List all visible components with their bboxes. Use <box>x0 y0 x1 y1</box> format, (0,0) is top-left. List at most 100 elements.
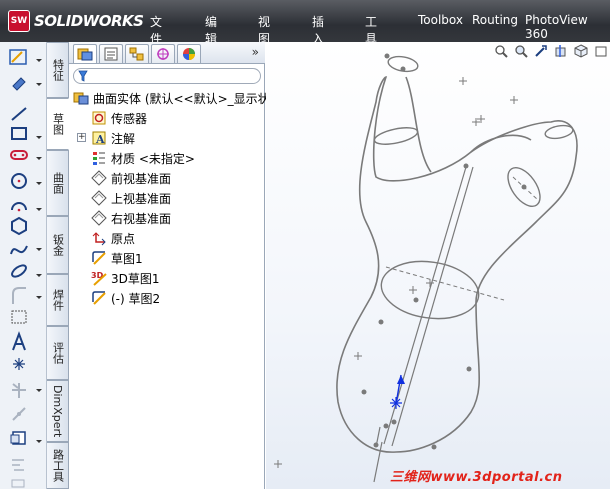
construction-points[interactable] <box>274 77 518 468</box>
menu-item[interactable]: PhotoView 360 <box>525 13 588 41</box>
vertical-tab[interactable]: 路工具 <box>47 442 69 489</box>
filter-input[interactable] <box>90 70 258 82</box>
vertical-tab[interactable]: 曲面 <box>47 150 69 216</box>
tree-item[interactable]: 3D 3D草图1 <box>69 268 265 288</box>
tree-item-label: 前视基准面 <box>111 171 172 186</box>
display-manager-tab[interactable] <box>177 44 201 63</box>
expand-toggle[interactable]: + <box>77 133 86 142</box>
vertical-tab[interactable]: 特征 <box>47 42 69 98</box>
tree-item[interactable]: 右视基准面 <box>69 208 265 228</box>
tree-item[interactable]: 材质 <未指定> <box>69 148 265 168</box>
panel-tabs: » <box>69 42 265 64</box>
sketch-command-toolbar <box>0 42 47 489</box>
offset-entities-icon[interactable] <box>10 431 26 445</box>
tree-item-label: 材质 <未指定> <box>111 151 195 166</box>
vertical-tab[interactable]: 草图 <box>47 98 69 150</box>
vertical-tab-label: 评估 <box>51 342 65 364</box>
ellipse-icon[interactable] <box>10 263 28 279</box>
trim-entities-icon[interactable] <box>12 383 26 398</box>
property-manager-icon <box>104 47 118 61</box>
sketch-guide-lines[interactable] <box>373 166 474 483</box>
slot-icon[interactable] <box>10 150 28 160</box>
vertical-tab[interactable]: DimXpert <box>47 380 69 442</box>
tree-item[interactable]: 上视基准面 <box>69 188 265 208</box>
vertical-tab-label: 特征 <box>51 59 65 81</box>
dimxpert-manager-tab[interactable] <box>151 44 175 63</box>
graphics-area[interactable] <box>266 42 610 489</box>
vertical-tab-label: 焊件 <box>51 289 65 311</box>
vertical-tab-label: 曲面 <box>51 172 65 194</box>
vertical-tab-label: DimXpert <box>51 384 64 438</box>
fillet-icon[interactable] <box>12 287 26 304</box>
section-ellipses[interactable] <box>373 55 574 325</box>
circle-icon[interactable] <box>11 173 27 189</box>
plane-icon <box>91 210 107 226</box>
tree-item-label: 传感器 <box>111 111 148 126</box>
line-icon[interactable] <box>11 107 27 121</box>
part-icon <box>73 90 89 106</box>
feature-tree-filter[interactable] <box>73 68 261 84</box>
sketch-icon <box>91 250 107 266</box>
surface-body-outline[interactable] <box>336 76 578 453</box>
linear-pattern-icon[interactable] <box>11 479 25 488</box>
sketch-plane-icon[interactable] <box>11 310 27 324</box>
tree-item-label: (-) 草图2 <box>111 291 161 306</box>
convert-entities-icon[interactable] <box>12 407 26 421</box>
more-tabs-button[interactable]: » <box>252 45 259 59</box>
feature-tree-tab[interactable] <box>73 44 97 63</box>
tree-item[interactable]: 草图1 <box>69 248 265 268</box>
feature-manager-panel: » 曲面实体 (默认<<默认>_显示状传感器 A 注解 + 材质 <未指定> 前视基准面上… <box>69 42 270 489</box>
tree-item[interactable]: 原点 <box>69 228 265 248</box>
rectangle-icon[interactable] <box>11 127 27 140</box>
menu-item[interactable]: Toolbox <box>418 13 463 27</box>
logo-text: SOLIDWORKS <box>34 12 144 30</box>
arc-icon[interactable] <box>11 202 27 212</box>
material-icon <box>91 150 107 166</box>
polygon-icon[interactable] <box>11 216 27 236</box>
vertical-tab[interactable]: 焊件 <box>47 274 69 326</box>
solidworks-logo[interactable]: SW SOLIDWORKS <box>8 10 144 32</box>
tree-item-label: 3D草图1 <box>111 271 160 286</box>
sketch-points[interactable] <box>361 53 527 450</box>
sketch-text-icon[interactable] <box>12 331 26 351</box>
tree-item-label: 右视基准面 <box>111 211 172 226</box>
vertical-tab-label: 钣金 <box>51 234 65 256</box>
spline-icon[interactable] <box>10 245 28 255</box>
toolbar-dropdown-arrows[interactable] <box>36 59 42 443</box>
vertical-tab[interactable]: 评估 <box>47 326 69 380</box>
sketch-icon <box>91 290 107 306</box>
3d-sketch-icon: 3D <box>91 270 107 286</box>
vertical-tab-label: 路工具 <box>51 449 65 482</box>
vertical-tab[interactable]: 钣金 <box>47 216 69 274</box>
coordinate-triad[interactable] <box>390 374 405 409</box>
menu-item[interactable]: Routing <box>472 13 518 27</box>
point-icon[interactable] <box>13 358 25 370</box>
tree-item-label: 草图1 <box>111 251 143 266</box>
filter-icon <box>78 70 88 82</box>
tree-item[interactable]: (-) 草图2 <box>69 288 265 308</box>
logo-badge: SW <box>8 10 30 32</box>
command-manager-tabs: 特征草图曲面钣金焊件评估 DimXpert 路工具 <box>47 42 69 489</box>
tree-item[interactable]: 前视基准面 <box>69 168 265 188</box>
display-manager-icon <box>183 48 195 60</box>
plane-icon <box>91 190 107 206</box>
configuration-manager-tab[interactable] <box>125 44 149 63</box>
tree-item[interactable]: A 注解 + <box>69 128 265 148</box>
property-manager-tab[interactable] <box>99 44 123 63</box>
plane-icon <box>91 170 107 186</box>
svg-text:A: A <box>95 133 105 146</box>
tree-item-label: 原点 <box>111 231 136 246</box>
tree-item-label: 注解 <box>111 131 136 146</box>
toolbar-icons <box>9 49 42 488</box>
annotation-icon: A <box>91 130 107 146</box>
sketch-icon[interactable] <box>9 49 27 65</box>
configuration-manager-icon <box>129 47 144 61</box>
watermark: 三维网www.3dportal.cn <box>390 470 563 485</box>
tree-item[interactable]: 曲面实体 (默认<<默认>_显示状 <box>69 88 270 108</box>
sensor-icon <box>91 110 107 126</box>
mirror-entities-icon[interactable] <box>12 459 24 471</box>
tree-item[interactable]: 传感器 <box>69 108 265 128</box>
vertical-tab-label: 草图 <box>51 113 65 135</box>
smart-dimension-icon[interactable] <box>12 77 26 91</box>
dimxpert-icon <box>157 48 169 60</box>
